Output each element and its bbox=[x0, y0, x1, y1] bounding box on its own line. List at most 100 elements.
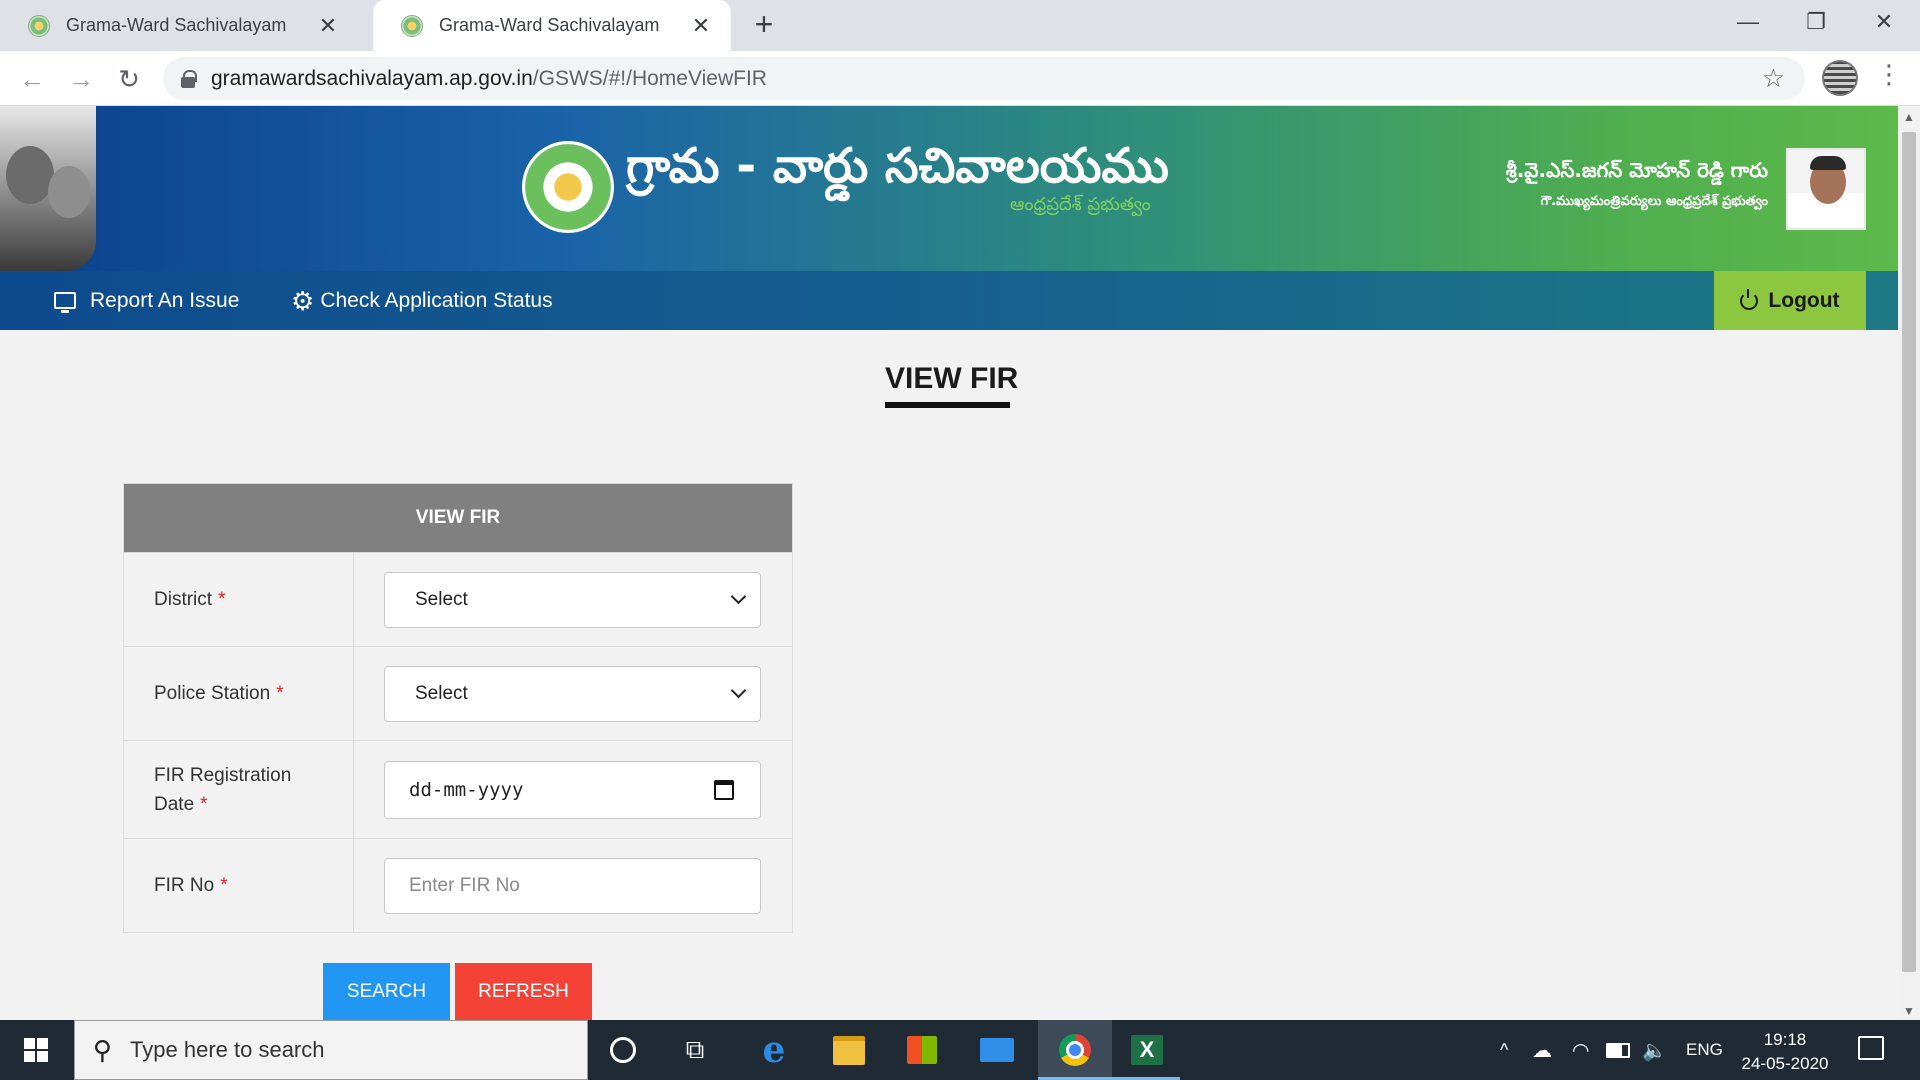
scroll-up-arrow-icon[interactable]: ▲ bbox=[1898, 110, 1920, 124]
page-title: VIEW FIR bbox=[885, 362, 1019, 395]
taskbar-search-placeholder: Type here to search bbox=[130, 1037, 325, 1062]
main-navbar: Report An Issue ⚙ Check Application Stat… bbox=[0, 271, 1898, 330]
fir-date-label-block: FIR Registration Date * bbox=[154, 761, 291, 819]
police-station-label: Police Station * bbox=[124, 647, 354, 740]
police-station-field-cell: Select bbox=[354, 647, 792, 740]
ap-government-emblem-icon bbox=[522, 141, 614, 233]
fir-no-label: FIR No * bbox=[124, 839, 354, 932]
lock-icon[interactable] bbox=[181, 69, 197, 88]
address-bar[interactable]: gramawardsachivalayam.ap.gov.in/GSWS/#!/… bbox=[163, 57, 1805, 100]
show-hidden-icons-chevron-icon[interactable]: ^ bbox=[1500, 1020, 1508, 1080]
fir-no-label-text: FIR No bbox=[154, 875, 215, 896]
required-mark: * bbox=[200, 793, 208, 815]
chief-minister-name: శ్రీ.వై.ఎస్.జగన్ మోహన్ రెడ్డి గారు bbox=[1505, 158, 1768, 182]
excel-icon[interactable] bbox=[1125, 1028, 1169, 1072]
fir-no-input[interactable] bbox=[384, 857, 761, 914]
police-station-label-text: Police Station bbox=[154, 683, 271, 704]
search-button[interactable]: SEARCH bbox=[323, 963, 450, 1020]
start-button[interactable] bbox=[0, 1020, 72, 1080]
browser-tab-strip: Grama-Ward Sachivalayam ✕ Grama-Ward Sac… bbox=[0, 0, 1920, 51]
microsoft-store-icon[interactable] bbox=[900, 1028, 944, 1072]
district-select[interactable]: Select bbox=[384, 571, 761, 628]
fir-no-row: FIR No * bbox=[124, 838, 792, 932]
reload-icon[interactable]: ↻ bbox=[111, 61, 147, 97]
fir-date-value: dd-mm-yyyy bbox=[409, 778, 524, 801]
close-window-button[interactable]: ✕ bbox=[1854, 4, 1914, 40]
site-header-banner: గ్రామ - వార్డు సచివాలయము ఆంధ్రప్రదేశ్ ప్… bbox=[0, 106, 1898, 271]
district-label: District * bbox=[124, 553, 354, 646]
clock-date: 24-05-2020 bbox=[1741, 1054, 1829, 1073]
site-favicon-icon bbox=[28, 14, 50, 37]
calendar-icon[interactable] bbox=[714, 779, 734, 800]
browser-menu-icon[interactable]: ⋮ bbox=[1876, 59, 1902, 90]
search-icon: ⚲ bbox=[93, 1034, 113, 1065]
tab-title: Grama-Ward Sachivalayam bbox=[66, 15, 287, 35]
taskbar-clock[interactable]: 19:18 24-05-2020 bbox=[1730, 1028, 1840, 1076]
fir-date-input[interactable]: dd-mm-yyyy bbox=[384, 760, 761, 819]
wifi-icon[interactable]: ◠ bbox=[1572, 1020, 1589, 1080]
district-field-cell: Select bbox=[354, 553, 792, 646]
windows-taskbar: ⚲ Type here to search ⧉ e ^ ☁ ◠ 🔈 ENG 19… bbox=[0, 1020, 1920, 1080]
scrollbar-thumb[interactable] bbox=[1902, 132, 1916, 972]
gear-icon: ⚙ bbox=[291, 285, 315, 316]
edge-browser-icon[interactable]: e bbox=[752, 1028, 796, 1072]
page-scrollbar[interactable]: ▲ ▼ bbox=[1898, 106, 1920, 1020]
onedrive-cloud-icon[interactable]: ☁ bbox=[1532, 1020, 1552, 1080]
logout-button[interactable]: Logout bbox=[1714, 271, 1866, 330]
fir-date-row: FIR Registration Date * dd-mm-yyyy bbox=[124, 740, 792, 838]
check-application-status-link[interactable]: ⚙ Check Application Status bbox=[291, 271, 553, 330]
fir-date-label-line1: FIR Registration bbox=[154, 764, 292, 786]
browser-toolbar: ← → ↻ gramawardsachivalayam.ap.gov.in/GS… bbox=[0, 51, 1920, 106]
chevron-down-icon bbox=[730, 682, 747, 699]
browser-tab-active[interactable]: Grama-Ward Sachivalayam ✕ bbox=[373, 0, 731, 51]
fir-no-field-cell bbox=[354, 839, 792, 932]
site-subtitle: ఆంధ్రప్రదేశ్ ప్రభుత్వం bbox=[1010, 194, 1151, 215]
taskbar-search-box[interactable]: ⚲ Type here to search bbox=[74, 1020, 588, 1080]
power-icon bbox=[1740, 288, 1759, 310]
minimize-window-button[interactable]: — bbox=[1718, 4, 1778, 40]
url-host: gramawardsachivalayam.ap.gov.in bbox=[211, 66, 533, 90]
police-station-row: Police Station * Select bbox=[124, 646, 792, 740]
site-favicon-icon bbox=[401, 14, 423, 37]
input-language-indicator[interactable]: ENG bbox=[1686, 1020, 1723, 1080]
url-path: /GSWS/#!/HomeViewFIR bbox=[532, 66, 767, 90]
chevron-down-icon bbox=[730, 588, 747, 605]
police-station-select-value: Select bbox=[415, 682, 468, 704]
refresh-button[interactable]: REFRESH bbox=[455, 963, 592, 1020]
heading-underline bbox=[885, 402, 1010, 408]
police-station-select[interactable]: Select bbox=[384, 665, 761, 722]
required-mark: * bbox=[276, 683, 284, 704]
file-explorer-icon[interactable] bbox=[827, 1028, 871, 1072]
close-tab-icon[interactable]: ✕ bbox=[316, 13, 340, 39]
url-text: gramawardsachivalayam.ap.gov.in/GSWS/#!/… bbox=[211, 67, 767, 91]
scroll-down-arrow-icon[interactable]: ▼ bbox=[1898, 1004, 1920, 1018]
battery-icon[interactable] bbox=[1606, 1020, 1630, 1080]
chief-minister-photo bbox=[1786, 148, 1866, 230]
windows-logo-icon bbox=[24, 1038, 48, 1062]
profile-avatar-icon[interactable] bbox=[1822, 60, 1858, 96]
browser-tab[interactable]: Grama-Ward Sachivalayam ✕ bbox=[0, 0, 358, 51]
new-tab-button[interactable]: + bbox=[748, 8, 780, 42]
task-view-icon[interactable]: ⧉ bbox=[673, 1028, 717, 1072]
action-center-notification-icon[interactable] bbox=[1858, 1036, 1884, 1060]
forward-arrow-icon[interactable]: → bbox=[63, 61, 99, 97]
required-mark: * bbox=[220, 875, 228, 896]
report-issue-link[interactable]: Report An Issue bbox=[54, 271, 239, 330]
chrome-icon[interactable] bbox=[1053, 1028, 1097, 1072]
district-label-text: District bbox=[154, 589, 213, 610]
cortana-icon[interactable] bbox=[601, 1028, 645, 1072]
logout-label: Logout bbox=[1768, 288, 1840, 312]
volume-icon[interactable]: 🔈 bbox=[1642, 1020, 1667, 1080]
fir-date-field-cell: dd-mm-yyyy bbox=[354, 741, 792, 838]
back-arrow-icon[interactable]: ← bbox=[14, 61, 50, 97]
close-tab-icon[interactable]: ✕ bbox=[689, 13, 713, 39]
district-row: District * Select bbox=[124, 552, 792, 646]
fir-date-label: FIR Registration Date * bbox=[124, 741, 354, 838]
chief-minister-title: గౌ.ముఖ్యమంత్రివర్యులు ఆంధ్రప్రదేశ్ ప్రభు… bbox=[1540, 194, 1768, 209]
restore-window-button[interactable]: ❐ bbox=[1786, 4, 1846, 40]
bookmark-star-icon[interactable]: ☆ bbox=[1762, 63, 1785, 94]
clock-time: 19:18 bbox=[1763, 1030, 1807, 1049]
tab-title: Grama-Ward Sachivalayam bbox=[439, 15, 660, 35]
required-mark: * bbox=[218, 589, 226, 610]
mail-icon[interactable] bbox=[975, 1028, 1019, 1072]
